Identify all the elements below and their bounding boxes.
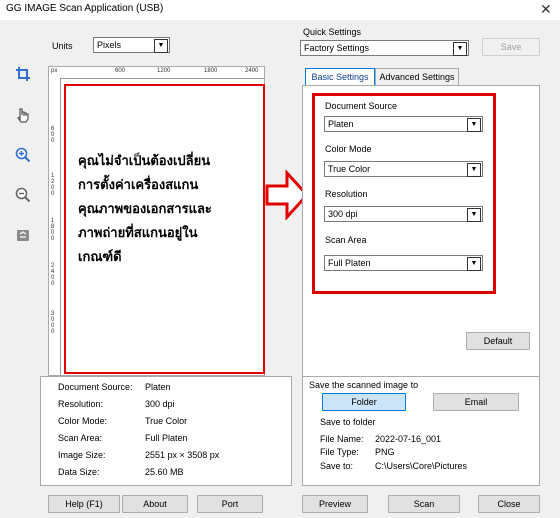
chevron-down-icon: ▼ (467, 118, 481, 132)
ruler-tick: 1200 (157, 68, 171, 74)
summary-value: True Color (145, 416, 188, 426)
annotation-line: การตั้งค่าเครื่องสแกน (78, 178, 199, 193)
quick-settings-select[interactable]: Factory Settings ▼ (300, 40, 469, 56)
quick-settings-label: Quick Settings (303, 27, 362, 37)
ruler-tick: 600 (51, 126, 55, 144)
summary-key: Scan Area: (58, 433, 103, 443)
annotation-line: เกณฑ์ดี (78, 250, 122, 265)
scan-area-select[interactable]: Full Platen ▼ (324, 255, 483, 271)
summary-value: 25.60 MB (145, 467, 184, 477)
summary-key: Resolution: (58, 399, 104, 409)
file-name-key: File Name: (320, 434, 364, 444)
scan-area-label: Scan Area (325, 235, 367, 245)
tab-advanced-settings[interactable]: Advanced Settings (375, 68, 459, 86)
about-button[interactable]: About (122, 495, 188, 513)
chevron-down-icon: ▼ (154, 39, 168, 53)
summary-key: Color Mode: (58, 416, 108, 426)
annotation-line: ภาพถ่ายที่สแกนอยู่ใน (78, 226, 198, 241)
port-button[interactable]: Port (197, 495, 263, 513)
scan-button[interactable]: Scan (388, 495, 460, 513)
summary-value: Platen (145, 382, 171, 392)
ruler-tick: 2400 (245, 68, 259, 74)
resolution-value: 300 dpi (328, 209, 358, 219)
save-to-key: Save to: (320, 461, 354, 471)
annotation-text: คุณไม่จำเป็นต้องเปลี่ยน การตั้งค่าเครื่อ… (78, 150, 212, 270)
units-value: Pixels (97, 40, 122, 50)
chevron-down-icon: ▼ (453, 42, 467, 56)
save-to-value: C:\Users\Core\Pictures (375, 461, 468, 471)
units-label: Units (52, 41, 73, 51)
quick-settings-value: Factory Settings (304, 43, 370, 53)
main-window: Units Pixels ▼ 600 1200 1800 2400 px 600… (0, 20, 560, 518)
summary-key: Data Size: (58, 467, 100, 477)
document-source-label: Document Source (325, 101, 398, 111)
file-name-value: 2022-07-16_001 (375, 434, 442, 444)
save-settings-button[interactable]: Save (482, 38, 540, 56)
document-source-select[interactable]: Platen ▼ (324, 116, 483, 132)
resolution-label: Resolution (325, 189, 368, 199)
recycle-bin-icon[interactable] (13, 227, 33, 247)
document-source-value: Platen (328, 119, 354, 129)
chevron-down-icon: ▼ (467, 257, 481, 271)
summary-key: Document Source: (58, 382, 133, 392)
color-mode-value: True Color (328, 164, 371, 174)
help-button[interactable]: Help (F1) (48, 495, 120, 513)
ruler-tick: 1200 (51, 173, 55, 197)
ruler-tick: 1800 (51, 218, 55, 242)
color-mode-select[interactable]: True Color ▼ (324, 161, 483, 177)
close-button[interactable]: Close (478, 495, 540, 513)
save-heading: Save the scanned image to (309, 380, 419, 390)
preview-button[interactable]: Preview (302, 495, 368, 513)
hand-icon[interactable] (13, 107, 33, 127)
crop-icon[interactable] (13, 66, 33, 86)
zoom-in-icon[interactable] (13, 147, 33, 167)
default-button[interactable]: Default (466, 332, 530, 350)
ruler-tick: 3000 (51, 311, 55, 335)
color-mode-label: Color Mode (325, 144, 372, 154)
ruler-tick: 2400 (51, 263, 55, 287)
zoom-out-icon[interactable] (13, 187, 33, 207)
ruler-unit-label: px (51, 68, 58, 74)
vertical-ruler: 600 1200 1800 2400 3000 (49, 78, 61, 375)
email-button[interactable]: Email (433, 393, 519, 411)
folder-button[interactable]: Folder (322, 393, 406, 411)
horizontal-ruler: 600 1200 1800 2400 (61, 67, 264, 79)
save-to-folder-label: Save to folder (320, 417, 376, 427)
annotation-line: คุณไม่จำเป็นต้องเปลี่ยน (78, 154, 211, 169)
resolution-select[interactable]: 300 dpi ▼ (324, 206, 483, 222)
summary-value: Full Platen (145, 433, 188, 443)
annotation-line: คุณภาพของเอกสารและ (78, 202, 212, 217)
file-type-value: PNG (375, 447, 395, 457)
close-window-icon[interactable]: ✕ (540, 1, 552, 18)
chevron-down-icon: ▼ (467, 163, 481, 177)
summary-key: Image Size: (58, 450, 106, 460)
ruler-tick: 1800 (204, 68, 218, 74)
scan-area-value: Full Platen (328, 258, 371, 268)
tab-basic-settings[interactable]: Basic Settings (305, 68, 375, 86)
chevron-down-icon: ▼ (467, 208, 481, 222)
window-title: GG IMAGE Scan Application (USB) (6, 3, 164, 14)
units-select[interactable]: Pixels ▼ (93, 37, 170, 53)
summary-value: 300 dpi (145, 399, 175, 409)
file-type-key: File Type: (320, 447, 359, 457)
ruler-tick: 600 (115, 68, 126, 74)
annotation-box: คุณไม่จำเป็นต้องเปลี่ยน การตั้งค่าเครื่อ… (64, 84, 265, 374)
summary-value: 2551 px × 3508 px (145, 450, 220, 460)
